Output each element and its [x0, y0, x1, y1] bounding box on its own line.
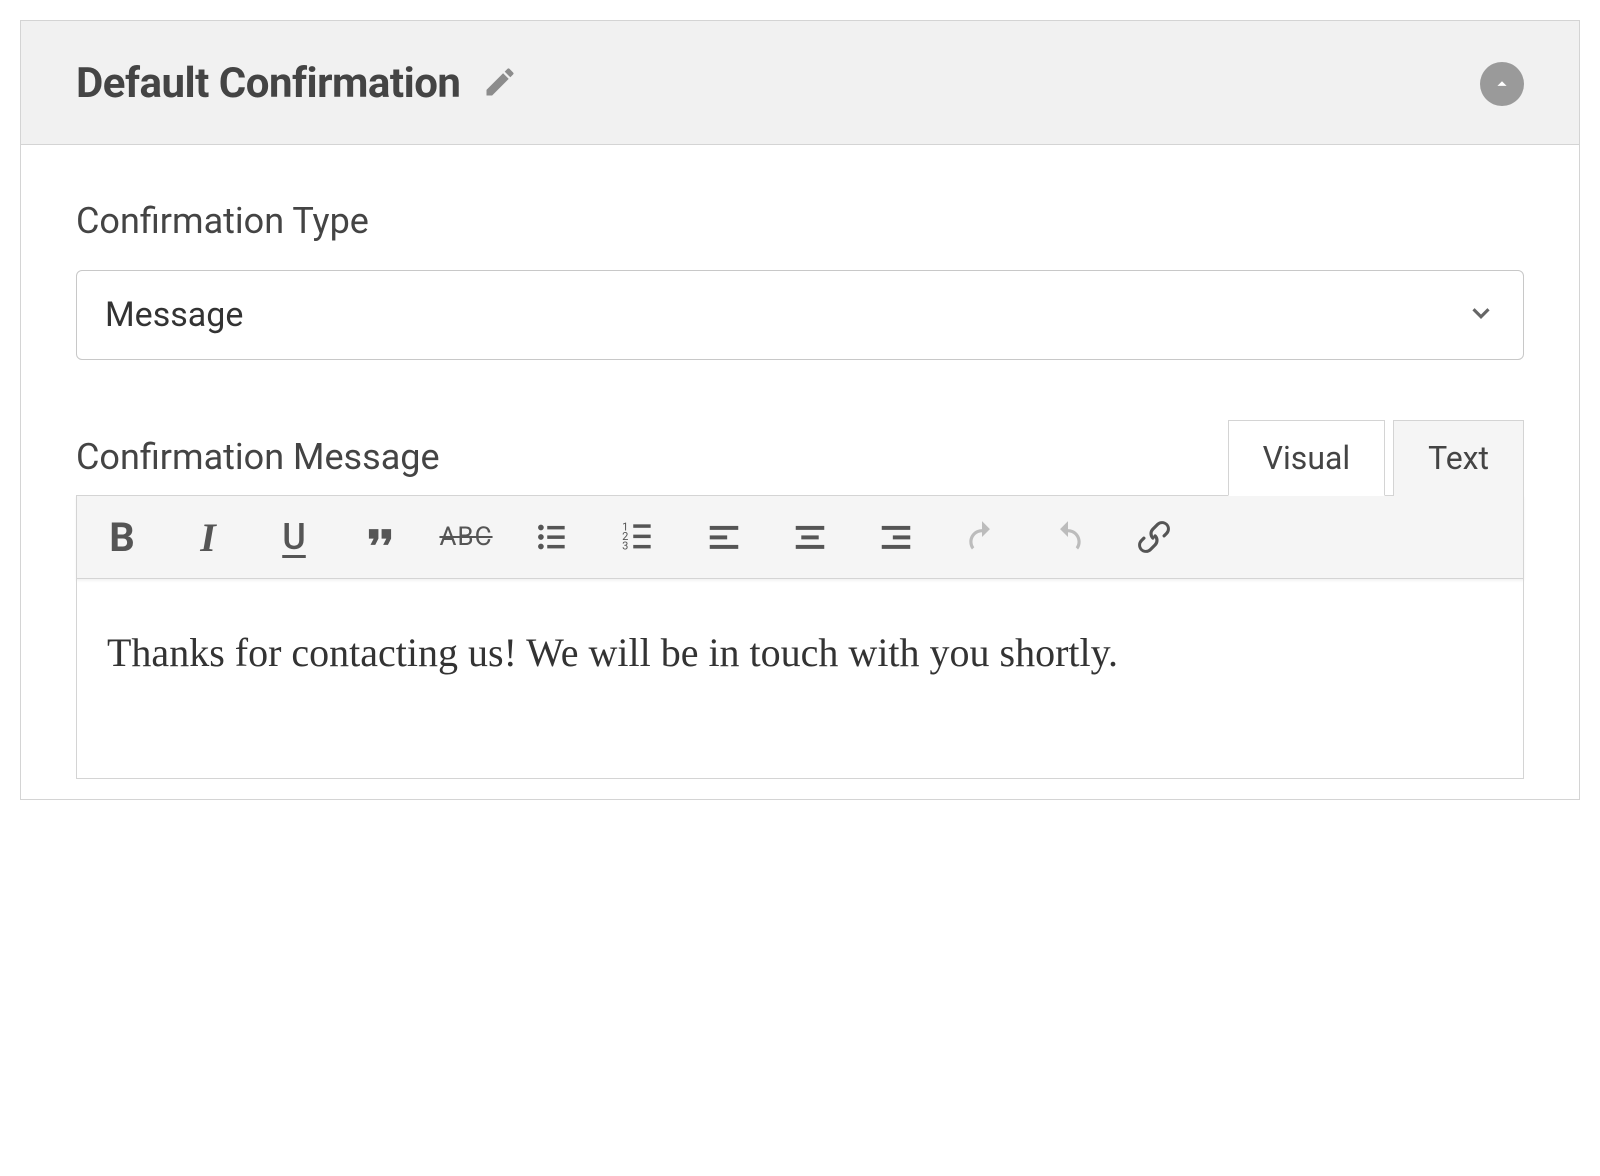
- tab-text[interactable]: Text: [1393, 420, 1524, 496]
- confirmation-type-select[interactable]: Message: [76, 270, 1524, 360]
- align-right-icon: [877, 518, 915, 556]
- align-left-icon: [705, 518, 743, 556]
- italic-button[interactable]: I: [181, 510, 235, 564]
- panel-title-wrap: Default Confirmation: [76, 59, 518, 108]
- bold-button[interactable]: B: [95, 510, 149, 564]
- confirmation-message-label: Confirmation Message: [76, 436, 440, 478]
- message-editor[interactable]: Thanks for contacting us! We will be in …: [76, 579, 1524, 779]
- undo-icon: [963, 518, 1001, 556]
- blockquote-button[interactable]: [353, 510, 407, 564]
- confirmation-type-value: Message: [76, 270, 1524, 360]
- editor-header: Confirmation Message Visual Text: [76, 420, 1524, 496]
- quote-icon: [361, 518, 399, 556]
- tab-visual[interactable]: Visual: [1228, 420, 1386, 496]
- numbered-list-button[interactable]: 123: [611, 510, 665, 564]
- align-center-button[interactable]: [783, 510, 837, 564]
- undo-button[interactable]: [955, 510, 1009, 564]
- link-icon: [1135, 518, 1173, 556]
- editor-tabs: Visual Text: [1220, 420, 1524, 496]
- panel-body: Confirmation Type Message Confirmation M…: [21, 145, 1579, 799]
- bullet-list-icon: [533, 518, 571, 556]
- confirmation-panel: Default Confirmation Confirmation Type M…: [20, 20, 1580, 800]
- link-button[interactable]: [1127, 510, 1181, 564]
- numbered-list-icon: 123: [619, 518, 657, 556]
- align-left-button[interactable]: [697, 510, 751, 564]
- bullet-list-button[interactable]: [525, 510, 579, 564]
- editor-toolbar: B I U ABC 123: [76, 495, 1524, 579]
- confirmation-type-label: Confirmation Type: [76, 200, 1524, 242]
- chevron-down-icon: [1466, 298, 1496, 332]
- underline-button[interactable]: U: [267, 510, 321, 564]
- panel-title: Default Confirmation: [76, 59, 460, 108]
- edit-title-icon[interactable]: [482, 64, 518, 104]
- collapse-button[interactable]: [1480, 62, 1524, 106]
- svg-text:3: 3: [622, 540, 628, 553]
- align-center-icon: [791, 518, 829, 556]
- redo-button[interactable]: [1041, 510, 1095, 564]
- align-right-button[interactable]: [869, 510, 923, 564]
- strikethrough-button[interactable]: ABC: [439, 510, 493, 564]
- panel-header: Default Confirmation: [21, 21, 1579, 145]
- redo-icon: [1049, 518, 1087, 556]
